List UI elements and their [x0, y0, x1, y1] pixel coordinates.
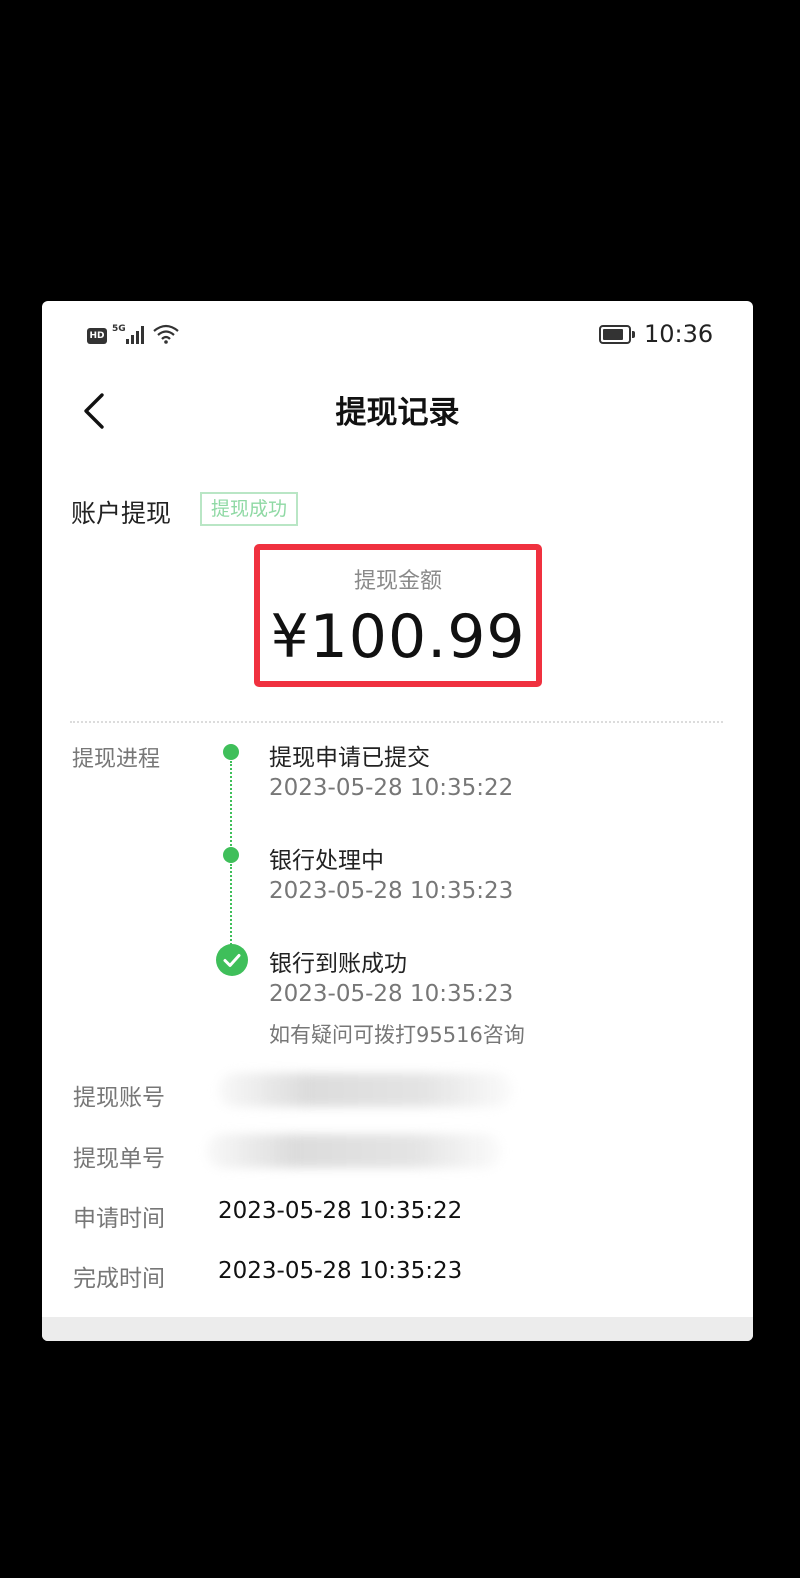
timeline-connector — [230, 864, 232, 949]
account-number-redacted — [218, 1073, 513, 1107]
timeline-connector — [230, 761, 232, 854]
step-title: 提现申请已提交 — [269, 745, 430, 771]
step-title: 银行到账成功 — [269, 951, 407, 977]
status-bar: HD 5G 10:36 — [42, 301, 753, 361]
order-number-label: 提现单号 — [73, 1146, 165, 1172]
phone-screen: HD 5G 10:36 提现记录 账户提现 提现成功 提现金额 ¥100.99 … — [42, 301, 753, 1341]
page-title: 提现记录 — [335, 395, 460, 431]
step-time: 2023-05-28 10:35:23 — [269, 878, 514, 904]
timeline-dot — [223, 847, 239, 863]
hd-badge: HD — [87, 328, 107, 344]
amount-highlight-box: 提现金额 ¥100.99 — [254, 544, 542, 687]
complete-time-label: 完成时间 — [73, 1266, 165, 1292]
progress-label: 提现进程 — [72, 747, 161, 772]
order-number-redacted — [206, 1134, 502, 1168]
apply-time-label: 申请时间 — [73, 1206, 165, 1232]
status-time: 10:36 — [644, 320, 714, 348]
bottom-strip — [42, 1317, 753, 1341]
step-title: 银行处理中 — [269, 848, 384, 874]
status-badge: 提现成功 — [200, 492, 298, 526]
complete-time-value: 2023-05-28 10:35:23 — [218, 1258, 463, 1284]
step-note: 如有疑问可拨打95516咨询 — [269, 1023, 525, 1047]
account-label: 账户提现 — [71, 499, 172, 528]
step-time: 2023-05-28 10:35:23 — [269, 981, 514, 1007]
check-circle-icon — [216, 944, 248, 976]
step-time: 2023-05-28 10:35:22 — [269, 775, 514, 801]
amount-value: ¥100.99 — [270, 602, 526, 672]
network-type: 5G — [112, 324, 126, 334]
wifi-icon — [153, 324, 179, 344]
timeline-dot — [223, 744, 239, 760]
divider — [70, 721, 723, 723]
amount-label: 提现金额 — [353, 569, 442, 594]
account-number-label: 提现账号 — [73, 1085, 165, 1111]
apply-time-value: 2023-05-28 10:35:22 — [218, 1198, 463, 1224]
signal-icon — [126, 326, 148, 344]
battery-icon — [599, 325, 635, 344]
progress-timeline — [42, 301, 753, 1341]
